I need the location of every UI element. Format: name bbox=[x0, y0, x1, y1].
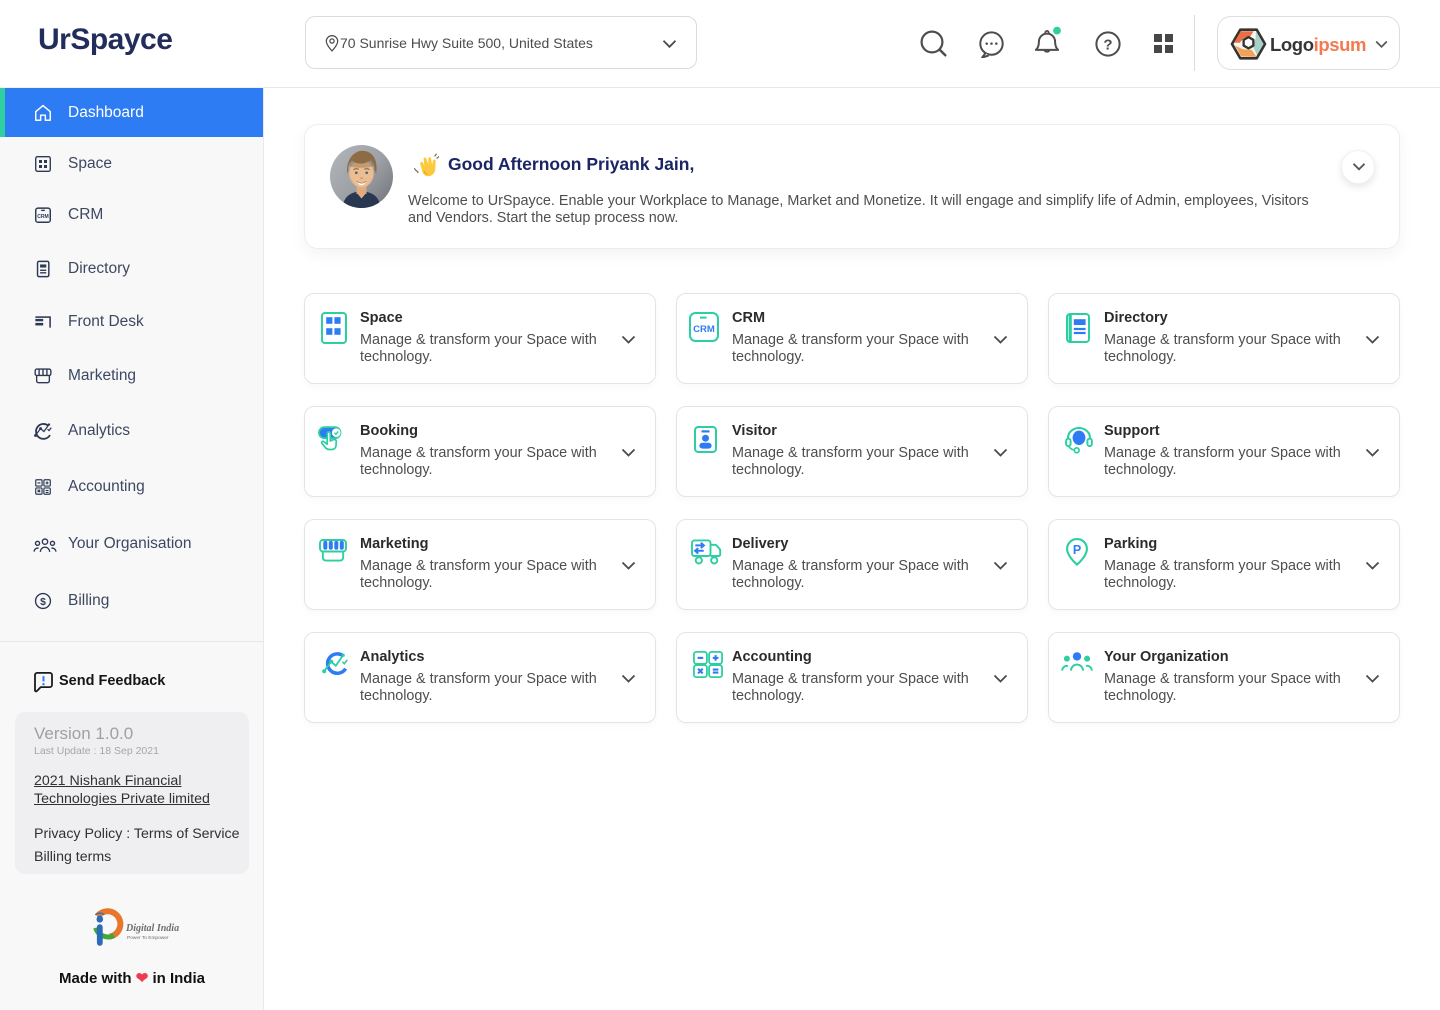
svg-text:CRM: CRM bbox=[693, 324, 715, 335]
svg-text:$: $ bbox=[40, 596, 46, 607]
svg-text:Power To Empower: Power To Empower bbox=[127, 935, 169, 941]
svg-text:CRM: CRM bbox=[37, 214, 49, 220]
svg-text:P: P bbox=[1073, 543, 1081, 557]
svg-text:?: ? bbox=[1103, 36, 1112, 53]
svg-text:Digital India: Digital India bbox=[125, 923, 179, 934]
